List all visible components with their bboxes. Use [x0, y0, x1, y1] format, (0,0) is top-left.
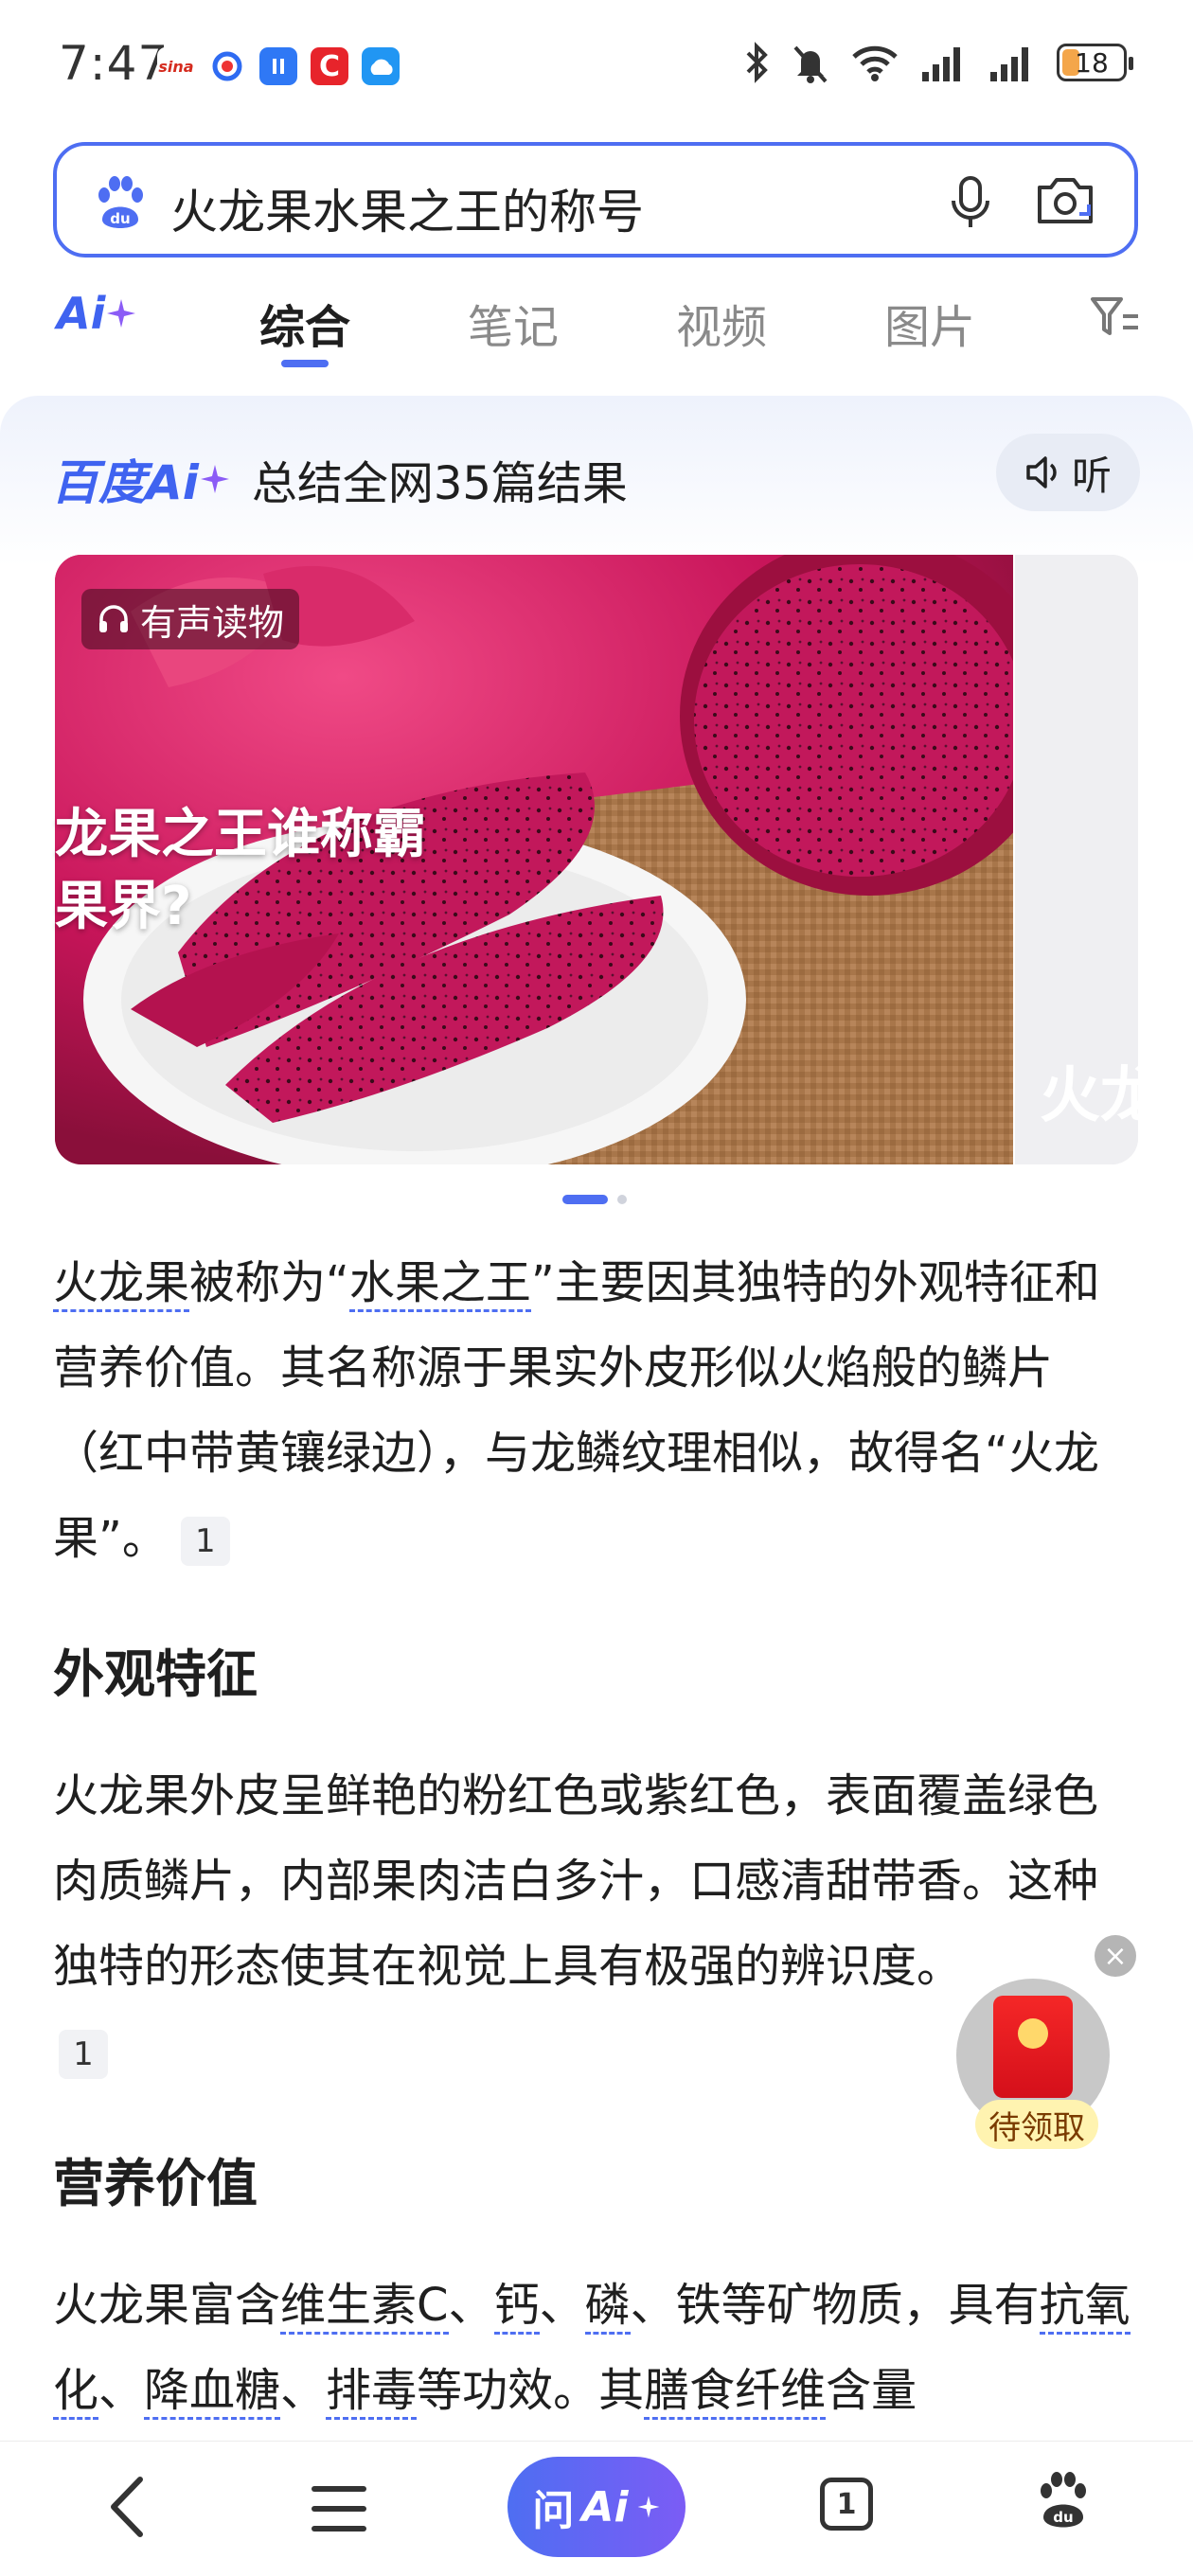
sparkle-icon [107, 299, 136, 328]
tabs-button[interactable]: 1 [820, 2478, 873, 2531]
svg-text:du: du [1053, 2509, 1073, 2526]
paragraph-text: 、 [280, 2364, 327, 2417]
baidu-ai-logo: 百度Ai [51, 455, 199, 510]
next-slide-caption: 火龙 [1040, 1061, 1161, 1131]
active-tab-indicator [281, 360, 329, 367]
status-bar: 7:47 sina C 18 [0, 0, 1193, 133]
carousel-caption: 龙果之王谁称霸 果界? [55, 799, 426, 943]
red-c-app-icon: C [311, 47, 348, 85]
tab-ai[interactable]: Ai [57, 288, 137, 339]
paragraph-text: 、 [448, 2279, 494, 2332]
keyword-link[interactable]: 降血糖 [144, 2364, 281, 2420]
tab-all[interactable]: 综合 [259, 290, 350, 356]
listen-button[interactable]: 听 [996, 434, 1140, 511]
paragraph-text: 火龙果富含 [53, 2279, 281, 2332]
citation-ref[interactable]: 1 [180, 1517, 230, 1566]
ask-ai-label: Ai [581, 2482, 629, 2532]
mute-icon [793, 45, 828, 83]
headphones-icon [99, 605, 128, 632]
paragraph-text: 、 [98, 2364, 145, 2417]
paragraph-text: 、 [539, 2279, 585, 2332]
camera-search-icon[interactable] [1034, 172, 1096, 231]
keyword-link[interactable]: 膳食纤维 [644, 2364, 827, 2420]
pagination-dot [617, 1195, 627, 1204]
sparkle-icon [200, 465, 229, 493]
carousel-pagination [562, 1195, 627, 1204]
search-box[interactable]: du 火龙果水果之王的称号 [53, 142, 1138, 258]
listen-label: 听 [1071, 452, 1112, 499]
audiobook-label: 有声读物 [140, 601, 285, 644]
keyword-link[interactable]: 维生素C [280, 2279, 449, 2335]
baidu-paw-icon: du [98, 176, 143, 228]
pagination-dot-active [562, 1195, 608, 1204]
red-packet-label[interactable]: 待领取 [975, 2100, 1098, 2149]
citation-ref[interactable]: 1 [59, 2030, 108, 2079]
paragraph-text: 、铁等矿物质，具有 [630, 2279, 1040, 2332]
system-icons: 18 [742, 42, 1133, 83]
baidu-app-icon [208, 47, 246, 85]
paragraph-text: 含量 [826, 2364, 917, 2417]
cloud-app-icon [362, 47, 400, 85]
paragraph-text: 火龙果外皮呈鲜艳的粉红色或紫红色，表面覆盖绿色肉质鳞片，内部果肉洁白多汁，口感清… [53, 1769, 1099, 1993]
keyword-link[interactable]: 火龙果 [53, 1256, 190, 1312]
paragraph-text: 被称为“ [189, 1256, 349, 1309]
menu-icon[interactable] [311, 2483, 367, 2534]
sina-icon: sina [157, 47, 195, 85]
tab-notes[interactable]: 笔记 [468, 290, 559, 356]
bottom-navigation: 问 Ai 1 du [0, 2441, 1193, 2576]
clock: 7:47 [59, 36, 169, 91]
ask-ai-button[interactable]: 问 Ai [507, 2457, 686, 2557]
tab-ai-label: Ai [57, 288, 106, 339]
ask-label: 问 [532, 2487, 575, 2535]
baidu-home-icon[interactable]: du [1034, 2470, 1093, 2532]
svg-text:du: du [110, 210, 130, 227]
keyword-link[interactable]: 排毒 [326, 2364, 418, 2420]
bluetooth-icon [746, 42, 768, 83]
keyword-link[interactable]: 水果之王 [348, 1256, 531, 1312]
signal-icon [922, 47, 960, 81]
section-heading-nutrition: 营养价值 [53, 2154, 258, 2213]
summary-title: 总结全网35篇结果 [251, 457, 628, 510]
answer-paragraph-1: 火龙果被称为“水果之王”主要因其独特的外观特征和营养价值。其名称源于果实外皮形似… [53, 1240, 1142, 1581]
caption-line-2: 果界? [55, 876, 192, 937]
answer-paragraph-3: 火龙果富含维生素C、钙、磷、铁等矿物质，具有抗氧化、降血糖、排毒等功效。其膳食纤… [53, 2263, 1142, 2433]
blue-app-icon [259, 47, 297, 85]
section-heading-appearance: 外观特征 [53, 1644, 258, 1704]
paragraph-text: 等功效。其 [417, 2364, 645, 2417]
sparkle-icon [637, 2496, 660, 2518]
ai-summary-header: 百度Ai 总结全网35篇结果 [51, 445, 628, 513]
coin-icon [1018, 2018, 1048, 2049]
tab-video[interactable]: 视频 [676, 290, 767, 356]
battery-indicator: 18 [1057, 44, 1133, 81]
wifi-icon [852, 45, 898, 81]
audiobook-badge[interactable]: 有声读物 [81, 589, 300, 649]
tab-images[interactable]: 图片 [884, 290, 975, 356]
microphone-icon[interactable] [949, 174, 992, 233]
back-icon[interactable] [104, 2474, 151, 2540]
filter-icon[interactable] [1089, 293, 1142, 341]
keyword-link[interactable]: 磷 [584, 2279, 631, 2335]
notification-icons: sina C [157, 47, 400, 85]
tab-count: 1 [836, 2487, 857, 2521]
signal-icon [990, 47, 1028, 81]
caption-line-1: 龙果之王谁称霸 [55, 804, 426, 865]
search-tabs: Ai 综合 笔记 视频 图片 [0, 284, 1193, 388]
close-icon[interactable]: × [1095, 1935, 1136, 1977]
speaker-icon [1026, 456, 1057, 489]
keyword-link[interactable]: 钙 [493, 2279, 540, 2335]
search-query[interactable]: 火龙果水果之王的称号 [170, 174, 644, 242]
